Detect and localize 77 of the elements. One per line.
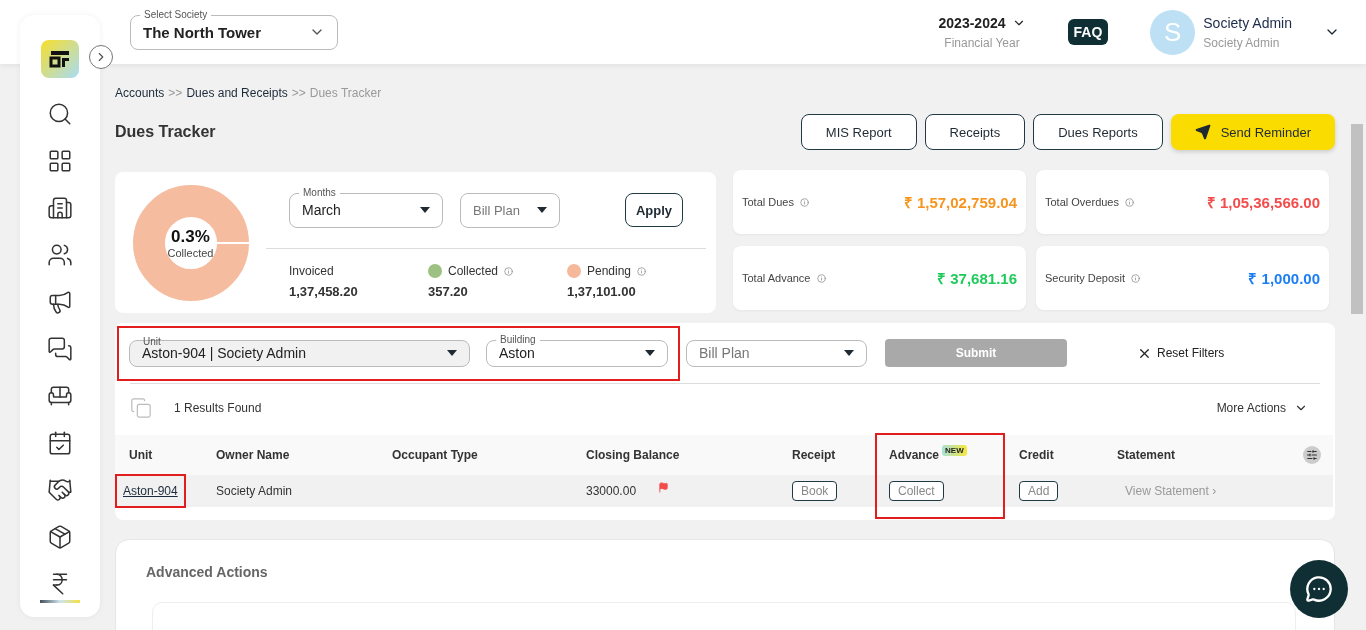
collected-percent: 0.3% xyxy=(171,226,210,247)
breadcrumb-item[interactable]: Accounts xyxy=(115,86,165,100)
column-header: Unit xyxy=(129,448,153,462)
bill-plan-select[interactable]: Bill Plan xyxy=(686,339,867,367)
info-icon xyxy=(1131,273,1141,283)
action-button[interactable]: MIS Report xyxy=(800,114,917,150)
info-icon xyxy=(504,266,514,276)
user-name: Society Admin xyxy=(1203,14,1292,31)
info-icon xyxy=(1125,197,1134,207)
stat-label: Collected xyxy=(448,264,499,278)
chat-icon xyxy=(47,335,73,362)
stat-label: Pending xyxy=(587,264,632,278)
breadcrumb-separator: >> xyxy=(291,86,306,100)
row-button[interactable]: Add xyxy=(1019,481,1059,501)
bill-plan-select[interactable]: Bill Plan xyxy=(460,192,560,228)
settings-icon[interactable] xyxy=(1303,446,1321,464)
megaphone-icon xyxy=(47,288,73,315)
stat-label: Invoiced xyxy=(289,264,334,278)
column-header: Occupant Type xyxy=(392,448,478,462)
column-header: Statement xyxy=(1117,448,1175,462)
flag-icon xyxy=(658,481,670,493)
more-actions-button[interactable]: More Actions xyxy=(1210,399,1314,416)
column-header: Advance xyxy=(889,448,940,462)
send-icon xyxy=(1194,124,1211,140)
total-amount: ₹ 1,57,02,759.04 xyxy=(903,193,1017,212)
row-button[interactable]: Book xyxy=(792,481,838,501)
new-badge: NEW xyxy=(942,444,967,456)
donut-caption: Collected xyxy=(167,246,214,259)
total-label: Security Deposit xyxy=(1045,272,1126,284)
table-cell: Society Admin xyxy=(202,475,378,507)
user-avatar: S xyxy=(1150,9,1196,55)
calendar-icon xyxy=(47,429,73,456)
column-header: Credit xyxy=(1019,448,1054,462)
unit-select[interactable]: Unit Aston-904 | Society Admin xyxy=(129,339,470,367)
action-button[interactable]: Dues Reports xyxy=(1033,114,1163,150)
dashboard-icon xyxy=(47,147,73,174)
box-icon xyxy=(47,523,73,550)
total-amount: ₹ 1,05,36,566.00 xyxy=(1206,193,1320,212)
total-label: Total Advance xyxy=(742,272,811,284)
section-title: Advanced Actions xyxy=(146,564,269,580)
total-label: Total Overdues xyxy=(1045,196,1119,208)
chat-icon xyxy=(1305,575,1333,603)
faq-button[interactable]: FAQ xyxy=(1067,19,1109,45)
financial-year-label: Financial Year xyxy=(944,35,1020,50)
stat-value: 357.20 xyxy=(428,284,469,299)
total-amount: ₹ 37,681.16 xyxy=(937,269,1017,288)
caret-icon xyxy=(537,207,547,213)
info-icon xyxy=(637,266,647,276)
info-icon xyxy=(800,197,809,207)
caret-icon xyxy=(447,350,457,356)
caret-icon xyxy=(420,207,430,213)
action-button[interactable]: Receipts xyxy=(924,114,1026,150)
stat-value: 1,37,458.20 xyxy=(289,284,359,299)
stat-value: 1,37,101.00 xyxy=(567,284,637,299)
total-label: Total Dues xyxy=(742,196,794,208)
handshake-icon xyxy=(47,476,73,503)
column-header: Owner Name xyxy=(216,448,290,462)
building-icon xyxy=(47,194,73,221)
apply-button[interactable]: Apply xyxy=(624,193,683,227)
breadcrumb-separator: >> xyxy=(168,86,183,100)
results-count: 1 Results Found xyxy=(174,400,262,415)
column-header: Receipt xyxy=(792,448,836,462)
breadcrumb-item[interactable]: Dues and Receipts xyxy=(186,86,288,100)
caret-icon xyxy=(645,350,655,356)
user-role: Society Admin xyxy=(1203,35,1281,50)
financial-year-select[interactable]: 2023-2024 xyxy=(938,14,1026,31)
row-button[interactable]: Collect xyxy=(889,481,944,501)
page-title: Dues Tracker xyxy=(115,123,216,141)
info-icon xyxy=(816,273,826,283)
table-cell: 33000.00 xyxy=(586,484,637,498)
column-header: Closing Balance xyxy=(586,448,680,462)
action-button[interactable]: Send Reminder xyxy=(1170,114,1335,150)
reset-filters-button[interactable]: Reset Filters xyxy=(1131,344,1231,362)
total-amount: ₹ 1,000.00 xyxy=(1248,269,1320,288)
breadcrumb-item: Dues Tracker xyxy=(309,86,382,100)
app-logo xyxy=(41,40,79,78)
caret-icon xyxy=(844,350,854,356)
